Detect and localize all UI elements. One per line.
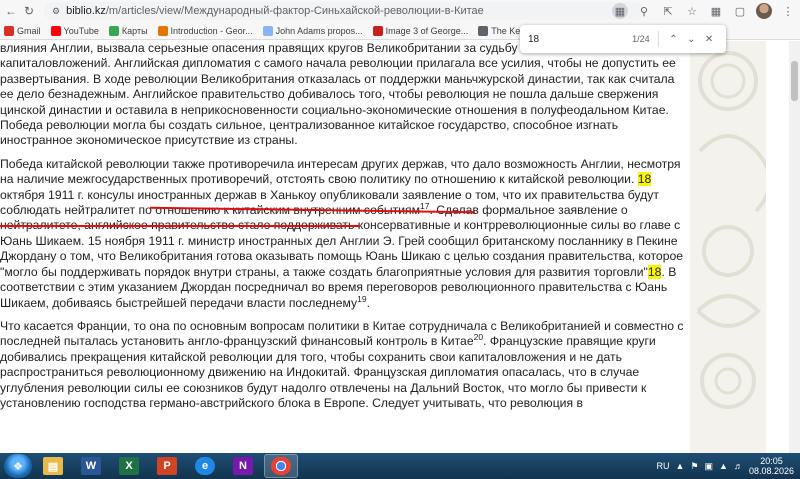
browser-toolbar: ← ↻ ⚙ biblio.kz/m/articles/view/Междунар… [0,0,800,22]
network-icon[interactable]: ▲ [719,461,728,471]
bookmark-gmail[interactable]: Gmail [4,25,41,36]
bookmark-label: YouTube [63,25,99,36]
footnote-ref[interactable]: 19 [357,293,366,303]
powerpoint-icon: P [157,457,177,475]
bookmark-label: John Adams propos... [275,25,363,36]
taskbar-onenote[interactable]: N [226,454,260,478]
bookmark-john-adams[interactable]: John Adams propos... [262,25,363,36]
taskbar-ie[interactable]: e [188,454,222,478]
url-path: /m/articles/view/Международный-фактор-Си… [105,5,484,17]
display-icon[interactable]: ▣ [705,461,714,472]
taskbar-chrome[interactable] [264,454,298,478]
show-hidden-icons-icon[interactable]: ▲ [676,461,685,471]
flag-icon[interactable]: ⚑ [690,461,698,472]
address-bar[interactable]: ⚙ biblio.kz/m/articles/view/Международны… [44,2,644,20]
chrome-icon [271,457,291,475]
bookmark-youtube[interactable]: YouTube [50,25,99,36]
profile-avatar[interactable] [756,3,772,19]
youtube-icon [50,25,61,36]
sidepanel-icon[interactable]: ▢ [732,3,748,19]
scrollbar-thumb[interactable] [791,61,798,101]
article-paragraph: Победа китайской революции также противо… [0,157,688,311]
taskbar-powerpoint[interactable]: P [150,454,184,478]
bookmark-star-icon[interactable]: ☆ [684,3,700,19]
clock[interactable]: 20:05 08.08.2026 [749,456,794,476]
red-underline-mark [0,225,360,227]
maps-icon [108,25,119,36]
article-body: влияния Англии, вызвала серьезные опасен… [0,41,688,419]
page-icon [157,25,168,36]
system-tray: RU ▲ ⚑ ▣ ▲ ♬ 20:05 08.08.2026 [657,453,800,479]
bookmark-label: Карты [121,25,148,36]
site-info-icon[interactable]: ⚙ [52,6,60,17]
page-icon [478,25,489,36]
taskbar-word[interactable]: W [74,454,108,478]
folder-icon: ▤ [43,457,63,475]
back-icon[interactable]: ← [2,2,20,20]
gmail-icon [4,25,14,36]
bookmark-label: Gmail [17,25,41,36]
language-indicator[interactable]: RU [657,461,670,471]
reload-icon[interactable]: ↻ [20,2,38,20]
excel-icon: X [119,457,139,475]
toolbar-icons: ▦ ⚲ ⇱ ☆ ▦ ▢ ⋮ [612,2,796,20]
volume-icon[interactable]: ♬ [734,461,743,471]
chevron-down-icon[interactable]: ⌄ [682,30,700,48]
page-icon [262,25,273,36]
bookmark-introduction[interactable]: Introduction - Geor... [157,25,253,36]
onenote-icon: N [233,457,253,475]
find-match-count: 1/24 [632,34,650,44]
clock-date: 08.08.2026 [748,466,794,476]
bookmark-label: Image 3 of George... [385,25,469,36]
article-paragraph: Что касается Франции, то она по основным… [0,319,688,411]
taskbar: ❖ ▤ W X P e N RU ▲ ⚑ ▣ ▲ ♬ 20:05 08.08.2… [0,453,800,479]
reader-icon[interactable]: ▦ [612,3,628,19]
internet-explorer-icon: e [195,457,215,475]
find-input[interactable] [528,33,614,45]
taskbar-explorer[interactable]: ▤ [36,454,70,478]
start-button[interactable]: ❖ [4,454,32,478]
text-segment: . [366,295,371,310]
page-icon [372,25,383,36]
close-icon[interactable]: ✕ [700,30,718,48]
find-bar: 1/24 ⌃ ⌄ ✕ [520,25,726,53]
find-divider [657,31,659,47]
search-highlight: 18 [647,264,662,279]
article-paragraph: влияния Англии, вызвала серьезные опасен… [0,41,676,148]
decorative-ornament [690,41,772,453]
menu-icon[interactable]: ⋮ [780,3,796,19]
text-segment: Победа китайской революции также противо… [0,156,681,187]
page-viewport: влияния Англии, вызвала серьезные опасен… [0,41,800,453]
bookmark-label: Introduction - Geor... [170,25,253,36]
search-highlight: 18 [637,172,652,187]
footnote-ref[interactable]: 20 [474,332,483,342]
zoom-icon[interactable]: ⚲ [636,3,652,19]
chevron-up-icon[interactable]: ⌃ [665,30,683,48]
extensions-icon[interactable]: ▦ [708,3,724,19]
taskbar-excel[interactable]: X [112,454,146,478]
clock-time: 20:05 [760,456,783,466]
word-icon: W [81,457,101,475]
page-scrollbar[interactable] [789,41,800,453]
bookmark-maps[interactable]: Карты [108,25,148,36]
bookmark-image-3[interactable]: Image 3 of George... [372,25,469,36]
url-domain: biblio.kz [66,5,106,17]
share-icon[interactable]: ⇱ [660,3,676,19]
